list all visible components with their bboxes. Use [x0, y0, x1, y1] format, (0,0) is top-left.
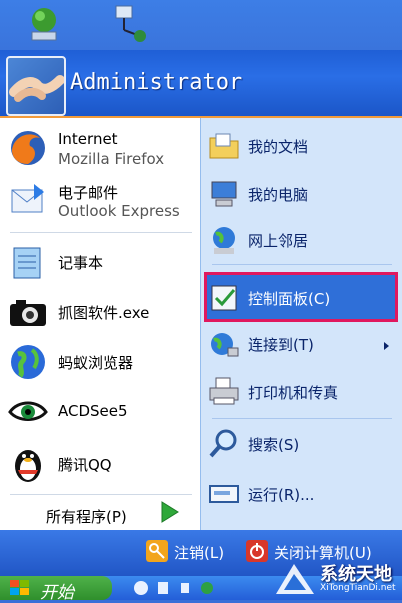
search-icon — [209, 429, 237, 458]
network-desktop-icon[interactable] — [106, 4, 146, 44]
quicklaunch-icon[interactable] — [132, 579, 150, 597]
camera-icon — [10, 300, 46, 326]
handshake-icon — [9, 75, 64, 102]
divider — [10, 494, 192, 495]
key-icon — [146, 540, 168, 562]
quicklaunch-icon[interactable] — [176, 579, 194, 597]
start-menu-header: Administrator — [0, 50, 402, 118]
program-item-qq[interactable]: 腾讯QQ — [6, 442, 196, 486]
user-avatar — [6, 56, 66, 116]
place-item-my-computer[interactable]: 我的电脑 — [206, 176, 396, 212]
program-item-screenshot-tool[interactable]: 抓图软件.exe — [6, 290, 196, 334]
divider — [212, 418, 392, 419]
firefox-icon — [11, 131, 45, 165]
windows-flag-icon — [10, 580, 29, 595]
place-item-printers[interactable]: 打印机和传真 — [206, 374, 396, 410]
place-item-run[interactable]: 运行(R)... — [206, 476, 396, 512]
green-arrow-icon[interactable] — [158, 500, 180, 524]
network-neighborhood-desktop-icon[interactable] — [26, 4, 66, 44]
program-item-ant-browser[interactable]: 蚂蚁浏览器 — [6, 340, 196, 384]
eye-icon — [8, 401, 48, 421]
watermark-logo-icon — [276, 564, 314, 594]
power-icon — [246, 540, 268, 562]
documents-folder-icon — [209, 133, 239, 159]
notepad-icon — [13, 247, 41, 279]
all-programs-label[interactable]: 所有程序(P) — [46, 506, 127, 527]
control-panel-icon — [211, 285, 237, 311]
computer-icon — [211, 181, 237, 207]
program-item-notepad[interactable]: 记事本 — [6, 240, 196, 284]
watermark: 系统天地 XiTongTianDi.net — [270, 556, 400, 600]
program-item-email[interactable]: 电子邮件 Outlook Express — [6, 178, 196, 222]
quicklaunch-icon[interactable] — [198, 579, 216, 597]
place-item-control-panel[interactable]: 控制面板(C) — [206, 280, 396, 316]
globe-icon — [11, 345, 45, 379]
start-button[interactable]: 开始 — [0, 576, 112, 603]
logoff-button[interactable]: 注销(L) — [146, 540, 246, 564]
place-item-network[interactable]: 网上邻居 — [206, 222, 396, 258]
submenu-arrow-icon — [384, 342, 389, 350]
desktop-area — [0, 0, 402, 50]
divider — [212, 264, 392, 265]
program-item-acdsee[interactable]: ACDSee5 — [6, 390, 196, 434]
run-icon — [209, 485, 239, 503]
qq-penguin-icon — [15, 450, 41, 482]
program-item-internet[interactable]: Internet Mozilla Firefox — [6, 126, 196, 170]
outlook-icon — [11, 184, 44, 213]
network-icon — [213, 227, 235, 254]
place-item-search[interactable]: 搜索(S) — [206, 426, 396, 462]
connect-icon — [211, 333, 239, 357]
place-item-connect-to[interactable]: 连接到(T) — [206, 326, 396, 362]
quicklaunch-icon[interactable] — [154, 579, 172, 597]
printer-icon — [209, 377, 239, 405]
divider — [10, 232, 192, 233]
user-name: Administrator — [70, 70, 243, 95]
place-item-my-documents[interactable]: 我的文档 — [206, 128, 396, 164]
